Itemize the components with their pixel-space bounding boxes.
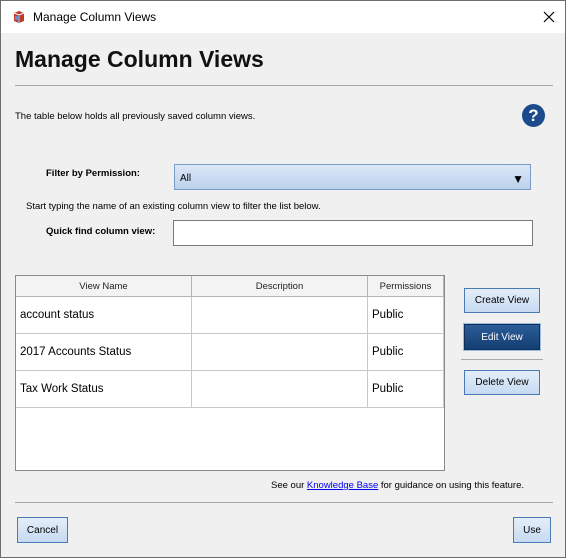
column-header-description[interactable]: Description [192, 276, 368, 297]
footer-suffix: for guidance on using this feature. [380, 480, 524, 491]
cell-view-name: account status [16, 297, 192, 333]
table-header: View Name Description Permissions [16, 276, 444, 297]
dropdown-arrow-icon: ▼ [512, 172, 524, 186]
cell-description [192, 334, 368, 370]
cancel-button[interactable]: Cancel [17, 517, 68, 543]
filter-label: Filter by Permission: [46, 168, 140, 179]
knowledge-base-note: See our Knowledge Base for guidance on u… [271, 480, 524, 491]
use-button[interactable]: Use [513, 517, 551, 543]
page-title: Manage Column Views [15, 46, 264, 72]
intro-text: The table below holds all previously sav… [15, 111, 256, 122]
edit-view-button[interactable]: Edit View [464, 324, 540, 350]
table-row[interactable]: account status Public [16, 297, 444, 334]
footer-prefix: See our [271, 480, 305, 491]
title-bar: Manage Column Views [1, 1, 565, 33]
column-views-table: View Name Description Permissions accoun… [15, 275, 445, 471]
knowledge-base-link[interactable]: Knowledge Base [307, 480, 378, 491]
quick-find-hint: Start typing the name of an existing col… [26, 201, 321, 212]
close-icon[interactable] [533, 1, 565, 33]
column-header-permissions[interactable]: Permissions [368, 276, 444, 297]
cell-permission: Public [368, 371, 444, 407]
cell-permission: Public [368, 334, 444, 370]
manage-column-views-dialog: Manage Column Views Manage Column Views … [0, 0, 566, 558]
window-title: Manage Column Views [33, 10, 157, 24]
cell-description [192, 371, 368, 407]
quick-find-input[interactable] [173, 220, 533, 246]
quick-find-label: Quick find column view: [46, 226, 156, 237]
bottom-divider [15, 502, 553, 503]
help-icon[interactable]: ? [522, 104, 545, 127]
cell-view-name: 2017 Accounts Status [16, 334, 192, 370]
permission-filter-value: All [180, 173, 192, 184]
permission-filter-dropdown[interactable]: All ▼ [174, 164, 531, 190]
app-icon [11, 9, 27, 25]
action-divider [461, 359, 543, 360]
cell-view-name: Tax Work Status [16, 371, 192, 407]
column-header-view-name[interactable]: View Name [16, 276, 192, 297]
delete-view-button[interactable]: Delete View [464, 370, 540, 395]
create-view-button[interactable]: Create View [464, 288, 540, 313]
cell-permission: Public [368, 297, 444, 333]
cell-description [192, 297, 368, 333]
top-divider [15, 85, 553, 86]
table-row[interactable]: Tax Work Status Public [16, 371, 444, 408]
table-row[interactable]: 2017 Accounts Status Public [16, 334, 444, 371]
